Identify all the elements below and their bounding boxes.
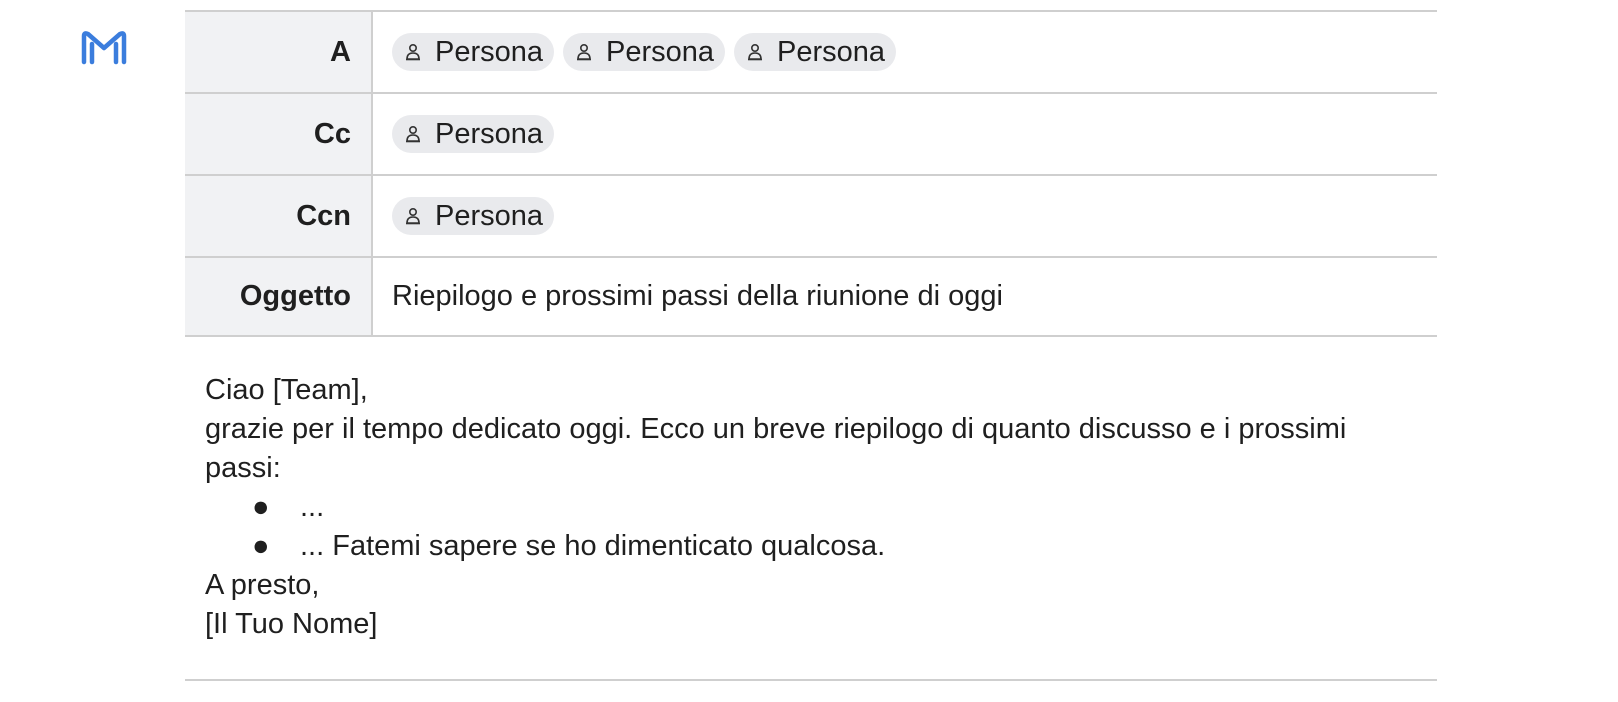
bcc-row: Ccn Persona (185, 175, 1437, 258)
gmail-logo-icon[interactable] (80, 28, 128, 66)
recipient-chip[interactable]: Persona (392, 197, 555, 235)
recipient-name: Persona (777, 35, 886, 68)
recipient-name: Persona (435, 117, 544, 150)
bcc-label: Ccn (185, 175, 373, 258)
signature: [Il Tuo Nome] (205, 608, 378, 640)
bcc-field[interactable]: Persona (372, 175, 1437, 258)
bullet-list: ● ... ● ... Fatemi sapere se ho dimentic… (205, 488, 1417, 566)
recipient-chip[interactable]: Persona (392, 115, 555, 153)
list-item: ● ... Fatemi sapere se ho dimenticato qu… (252, 527, 1417, 566)
list-item: ● ... (252, 488, 1417, 527)
recipient-name: Persona (606, 35, 715, 68)
email-body[interactable]: Ciao [Team], grazie per il tempo dedicat… (185, 337, 1437, 681)
person-icon (748, 43, 763, 61)
closing: A presto, (205, 569, 320, 601)
subject-field[interactable]: Riepilogo e prossimi passi della riunion… (372, 257, 1437, 337)
recipient-name: Persona (435, 35, 544, 68)
cc-label: Cc (185, 93, 373, 176)
to-field[interactable]: Persona Persona Persona (372, 11, 1437, 94)
person-icon (406, 43, 420, 61)
recipient-chip[interactable]: Persona (734, 33, 897, 71)
recipient-name: Persona (435, 199, 544, 232)
person-icon (577, 43, 592, 61)
cc-field[interactable]: Persona (372, 93, 1437, 176)
subject-text: Riepilogo e prossimi passi della riunion… (392, 280, 1003, 312)
bullet-icon: ● (252, 530, 270, 562)
recipient-chip[interactable]: Persona (563, 33, 726, 71)
person-icon (406, 207, 420, 225)
intro-paragraph: grazie per il tempo dedicato oggi. Ecco … (205, 413, 1347, 484)
email-header-fields: A Persona Persona Persona Cc Persona Ccn… (185, 10, 1437, 337)
list-item-text: ... (300, 491, 325, 523)
subject-row: Oggetto Riepilogo e prossimi passi della… (185, 257, 1437, 337)
bullet-icon: ● (252, 491, 270, 523)
recipient-chip[interactable]: Persona (392, 33, 555, 71)
subject-label: Oggetto (185, 257, 373, 337)
email-compose-card: A Persona Persona Persona Cc Persona Ccn… (185, 10, 1437, 681)
greeting: Ciao [Team], (205, 374, 368, 406)
to-label: A (185, 11, 373, 94)
cc-row: Cc Persona (185, 93, 1437, 176)
to-row: A Persona Persona Persona (185, 11, 1437, 94)
list-item-text: ... Fatemi sapere se ho dimenticato qual… (300, 530, 886, 562)
person-icon (406, 125, 420, 143)
